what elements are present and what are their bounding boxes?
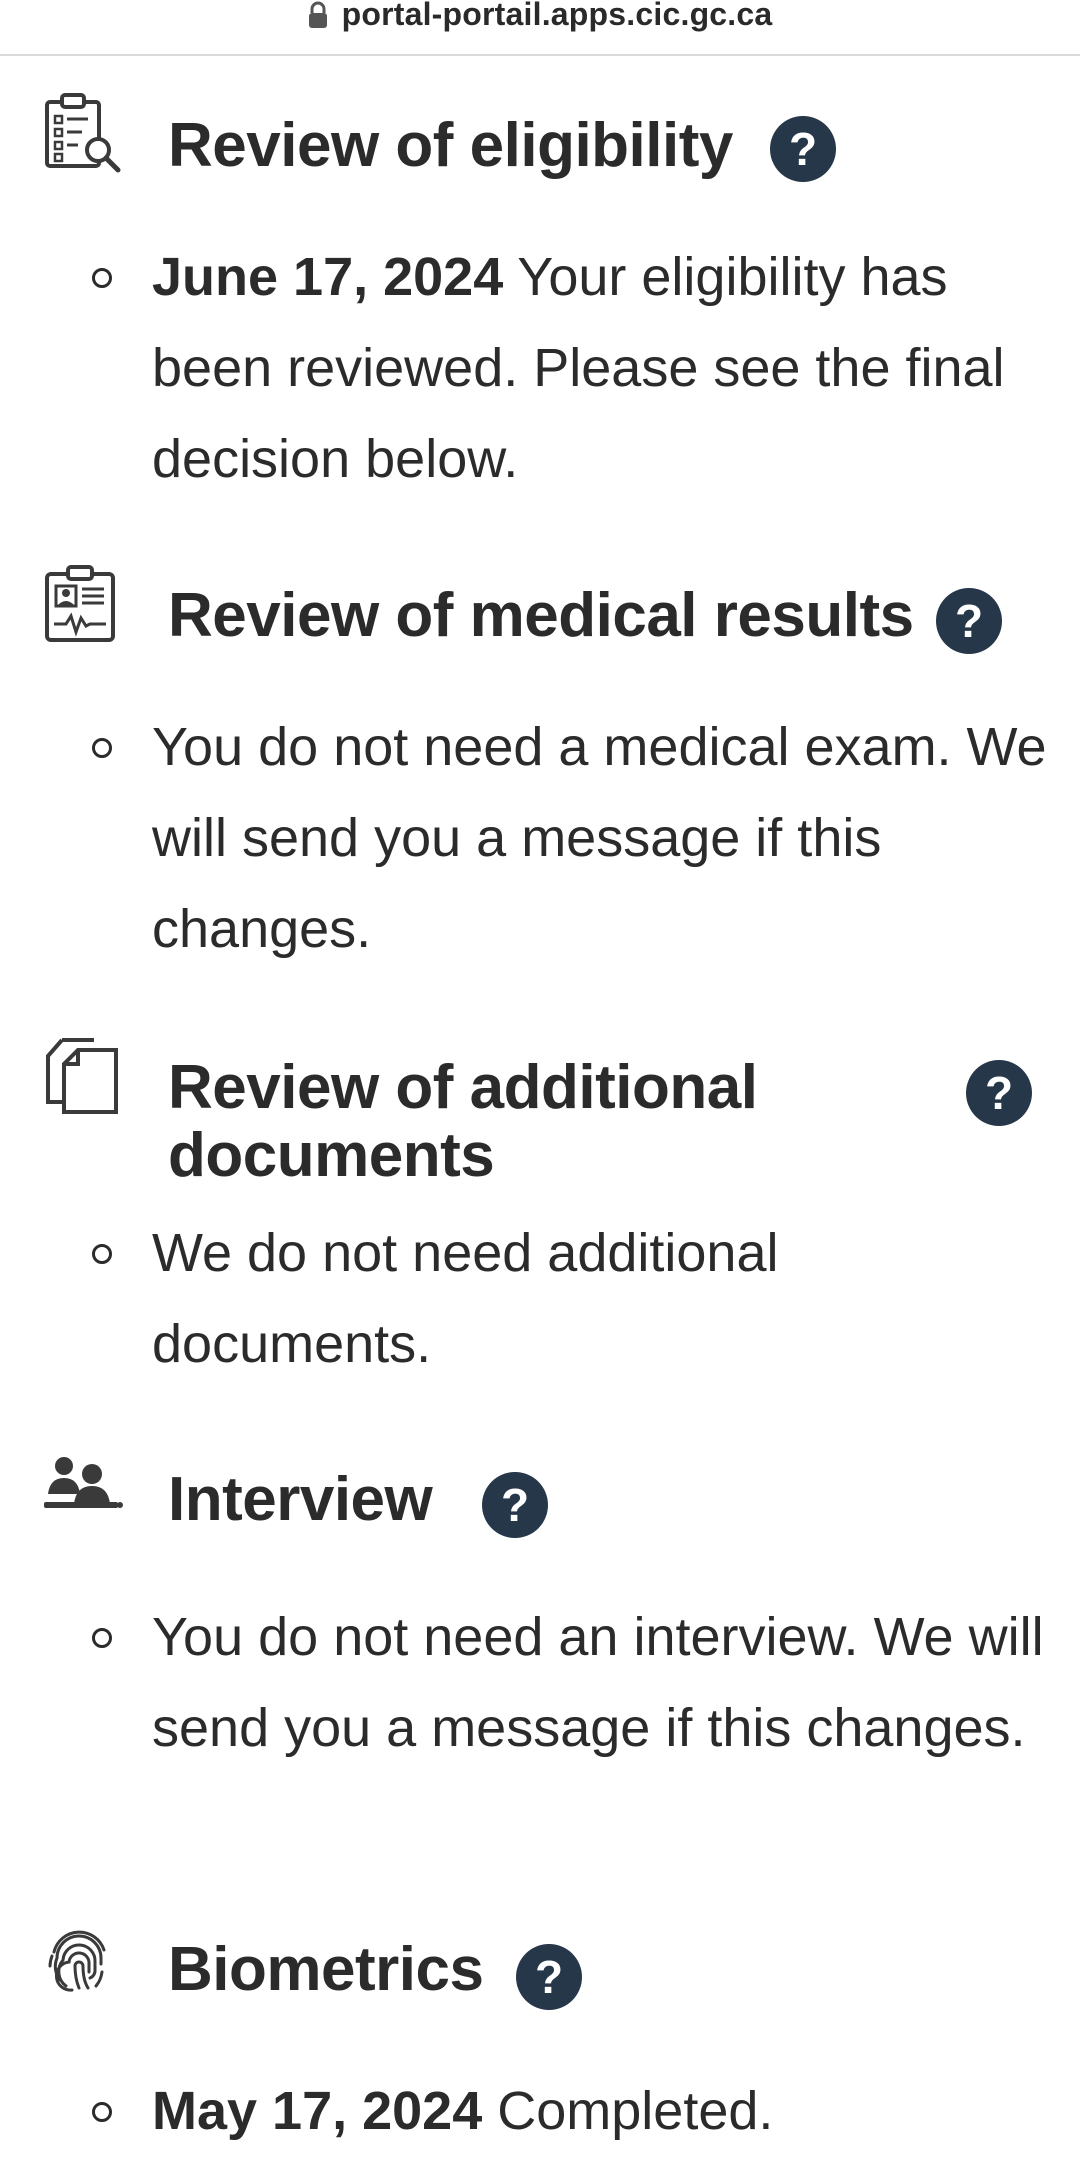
url-container: portal-portail.apps.cic.gc.ca xyxy=(308,0,773,33)
section-description: June 17, 2024 Your eligibility has been … xyxy=(152,232,1052,505)
documents-icon xyxy=(46,1038,118,1114)
section-description: You do not need a medical exam. We will … xyxy=(152,717,1047,959)
status-text: Completed. xyxy=(497,2081,774,2141)
help-button[interactable]: ? xyxy=(936,588,1002,654)
status-date: June 17, 2024 xyxy=(152,247,504,307)
bullet-marker xyxy=(92,268,112,288)
help-button[interactable]: ? xyxy=(770,116,836,182)
help-button[interactable]: ? xyxy=(516,1944,582,2010)
fingerprint-icon xyxy=(48,1930,106,1992)
lock-icon xyxy=(308,1,327,28)
people-icon xyxy=(44,1457,123,1508)
section-description: May 17, 2024 Completed. xyxy=(152,2066,1052,2157)
section-description: You do not need an interview. We will se… xyxy=(152,1607,1044,1758)
help-button[interactable]: ? xyxy=(482,1472,548,1538)
section-title: Review of eligibility xyxy=(168,111,733,180)
status-date: May 17, 2024 xyxy=(152,2081,483,2141)
url-text: portal-portail.apps.cic.gc.ca xyxy=(341,0,773,32)
section-title: Review of additional documents xyxy=(168,1053,758,1190)
help-button[interactable]: ? xyxy=(966,1060,1032,1126)
section-description: We do not need additional documents. xyxy=(152,1223,779,1374)
bullet-marker xyxy=(92,738,112,758)
clipboard-search-icon xyxy=(45,93,121,173)
bullet-marker xyxy=(92,2102,112,2122)
browser-url-bar[interactable]: portal-portail.apps.cic.gc.ca xyxy=(0,0,1080,56)
section-title: Biometrics xyxy=(168,1935,484,2004)
bullet-marker xyxy=(92,1244,112,1264)
section-title: Interview xyxy=(168,1465,433,1534)
section-title: Review of medical results xyxy=(168,581,914,650)
bullet-marker xyxy=(92,1628,112,1648)
medical-record-icon xyxy=(45,565,115,642)
